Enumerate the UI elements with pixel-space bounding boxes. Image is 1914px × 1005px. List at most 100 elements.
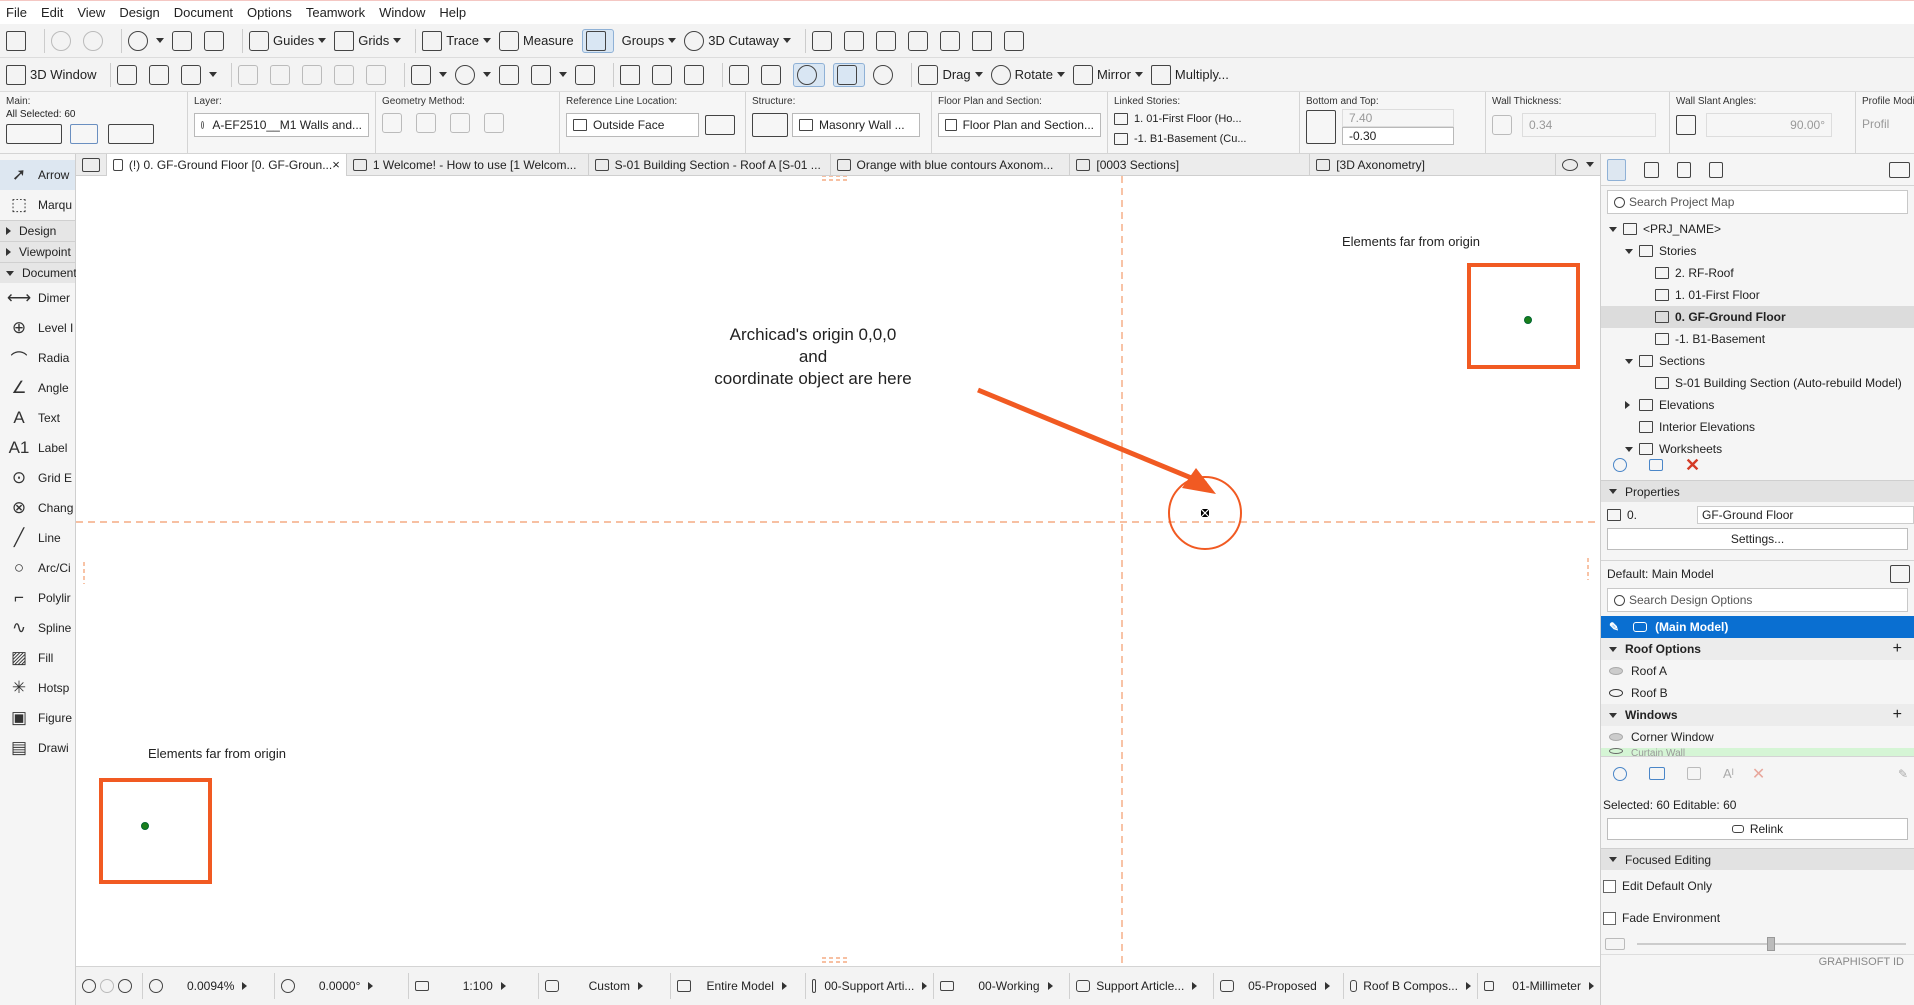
adjust-button[interactable] <box>876 30 900 51</box>
tree-item[interactable]: -1. B1-Basement <box>1601 328 1914 350</box>
far-element-point-bottom[interactable] <box>141 822 149 830</box>
magic-wand-icon[interactable] <box>70 124 98 144</box>
zoom-back-icon[interactable] <box>82 979 96 993</box>
zoom-button[interactable] <box>873 64 897 85</box>
tab-axonometry[interactable]: Orange with blue contours Axonom... <box>831 153 1071 176</box>
menu-file[interactable]: File <box>6 5 27 20</box>
edit-icon[interactable]: ✎ <box>1898 767 1908 781</box>
tree-item[interactable]: Elevations <box>1601 394 1914 416</box>
menu-document[interactable]: Document <box>174 5 233 20</box>
fade-slider[interactable] <box>1637 937 1906 951</box>
tab-sections[interactable]: [0003 Sections] <box>1070 153 1311 176</box>
duplicate-icon[interactable] <box>1687 767 1701 780</box>
tab-section[interactable]: S-01 Building Section - Roof A [S-01 ... <box>589 153 831 176</box>
tool-chang[interactable]: ⊗ Chang <box>0 493 75 523</box>
linked-top-row[interactable]: 1. 01-First Floor (Ho... <box>1114 109 1293 129</box>
flip-refline-button[interactable] <box>705 115 735 135</box>
properties-section[interactable]: Properties <box>1601 480 1914 502</box>
tree-item[interactable]: S-01 Building Section (Auto-rebuild Mode… <box>1601 372 1914 394</box>
overlay-button[interactable] <box>652 64 676 85</box>
bottom-field[interactable]: -0.30 <box>1342 127 1454 145</box>
tool-figure[interactable]: ▣ Figure <box>0 703 75 733</box>
design-options-manager-icon[interactable] <box>1890 564 1910 583</box>
linked-bottom-row[interactable]: -1. B1-Basement (Cu... <box>1114 129 1293 149</box>
view-plan-button[interactable] <box>117 64 141 85</box>
shade-button[interactable] <box>531 64 568 85</box>
slant-type-icon[interactable] <box>1676 115 1696 135</box>
eye-icon[interactable] <box>1609 689 1623 697</box>
find-select-button[interactable] <box>128 30 164 51</box>
layer-combination[interactable]: Custom <box>539 973 671 999</box>
graphic-override[interactable]: Support Article... <box>1070 973 1215 999</box>
menu-window[interactable]: Window <box>379 5 425 20</box>
add-icon[interactable] <box>1613 458 1627 472</box>
cutaway-button[interactable]: 3D Cutaway <box>684 30 792 51</box>
project-map-icon[interactable] <box>1607 158 1627 181</box>
tool-fill[interactable]: ▨ Fill <box>0 643 75 673</box>
dimension-standard[interactable]: 01-Millimeter <box>1478 973 1600 999</box>
menu-edit[interactable]: Edit <box>41 5 63 20</box>
grids-button[interactable]: Grids <box>334 30 402 51</box>
person-button[interactable] <box>238 64 262 85</box>
menu-help[interactable]: Help <box>439 5 466 20</box>
structure-type-button[interactable] <box>752 113 788 137</box>
curtain-wall-row[interactable]: Curtain Wall <box>1601 748 1914 756</box>
tab-ground-floor[interactable]: (!) 0. GF-Ground Floor [0. GF-Groun... × <box>106 153 347 176</box>
trapezoid-wall-icon[interactable] <box>450 113 470 133</box>
light-button[interactable] <box>575 64 599 85</box>
top-field[interactable]: 7.40 <box>1342 109 1454 127</box>
chevron-down-icon[interactable] <box>1625 446 1639 452</box>
trim-button[interactable] <box>812 30 836 51</box>
new-folder-icon[interactable] <box>1649 767 1665 780</box>
zoom-forward-icon[interactable] <box>100 979 114 993</box>
tool-text[interactable]: A Text <box>0 403 75 433</box>
3d-window-button[interactable]: 3D Window <box>6 64 96 85</box>
tab-overview-button[interactable] <box>76 153 107 176</box>
view-map-icon[interactable] <box>1644 161 1659 178</box>
syringe-button[interactable] <box>204 30 228 51</box>
delete-icon[interactable]: ✕ <box>1752 764 1765 784</box>
plus-icon[interactable]: + <box>1893 706 1902 724</box>
rotate-button[interactable]: Rotate <box>990 64 1065 85</box>
properties-icon[interactable] <box>1649 459 1663 471</box>
toolbox-group-design[interactable]: Design <box>0 220 75 241</box>
straight-wall-icon[interactable] <box>382 113 402 133</box>
design-options-search[interactable]: Search Design Options <box>1607 588 1908 612</box>
chevron-down-icon[interactable] <box>1625 248 1639 254</box>
intersect-button[interactable] <box>908 30 932 51</box>
tool-label[interactable]: A1 Label <box>0 433 75 463</box>
tool-line[interactable]: ╱ Line <box>0 523 75 553</box>
section-button[interactable] <box>729 64 753 85</box>
curved-wall-icon[interactable] <box>416 113 436 133</box>
settings-button[interactable]: Settings... <box>1607 528 1908 550</box>
structure-dropdown[interactable]: Masonry Wall ... <box>792 113 920 137</box>
tool-angle[interactable]: ∠ Angle <box>0 373 75 403</box>
view-box-button[interactable] <box>149 64 173 85</box>
shape-selector[interactable] <box>108 124 154 144</box>
tool-radia[interactable]: ⌒ Radia <box>0 343 75 373</box>
tool-arc-ci[interactable]: ○ Arc/Ci <box>0 553 75 583</box>
relink-button[interactable]: Relink <box>1607 818 1908 840</box>
groups-button[interactable] <box>581 28 614 53</box>
chevron-down-icon[interactable] <box>1609 226 1623 232</box>
roof-options-row[interactable]: Roof Options + <box>1601 638 1914 660</box>
eye-view-button[interactable] <box>833 62 866 87</box>
tool-grid-e[interactable]: ⊙ Grid E <box>0 463 75 493</box>
settings-button[interactable] <box>455 64 492 85</box>
far-element-point-top[interactable] <box>1524 316 1532 324</box>
menu-design[interactable]: Design <box>119 5 159 20</box>
coordinate-object[interactable] <box>1198 506 1212 520</box>
publisher-icon[interactable] <box>1708 161 1724 178</box>
hamburger-menu-icon[interactable] <box>1889 161 1910 178</box>
main-model-row[interactable]: ✎ (Main Model) <box>1601 616 1914 638</box>
menu-view[interactable]: View <box>77 5 105 20</box>
edit-default-only-checkbox[interactable]: Edit Default Only <box>1601 870 1914 902</box>
rename-icon[interactable]: Aᴵ <box>1723 766 1734 781</box>
zoom-in-icon[interactable] <box>118 979 132 993</box>
roof-b-row[interactable]: Roof B <box>1601 682 1914 704</box>
chevron-down-icon[interactable] <box>1625 358 1639 364</box>
tab-welcome[interactable]: 1 Welcome! - How to use [1 Welcom... <box>347 153 589 176</box>
profile-value[interactable]: Profil <box>1862 117 1908 131</box>
tool-spline[interactable]: ∿ Spline <box>0 613 75 643</box>
split-button[interactable] <box>844 30 868 51</box>
